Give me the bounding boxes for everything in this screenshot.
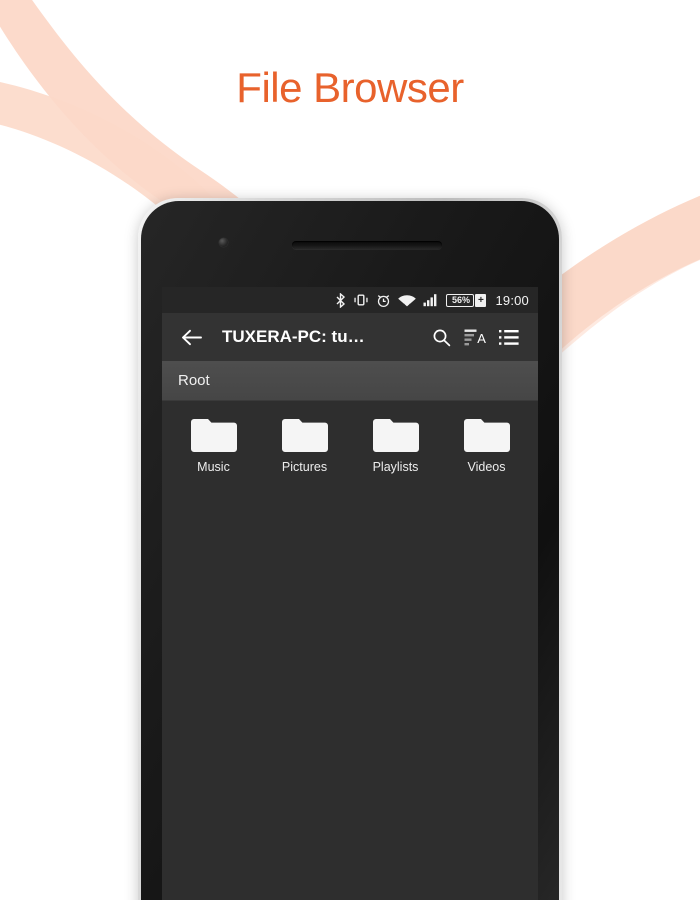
- file-item-label: Playlists: [372, 460, 419, 474]
- search-icon[interactable]: [424, 320, 458, 354]
- phone-top-bezel: [141, 201, 559, 287]
- phone-mockup: 56% + 19:00 TUXERA-PC: tu… A Root Music …: [138, 198, 562, 900]
- cellular-signal-icon: [423, 293, 439, 307]
- folder-icon: [281, 419, 328, 452]
- file-item-label: Pictures: [281, 460, 328, 474]
- app-bar-title: TUXERA-PC: tu…: [222, 327, 365, 346]
- status-bar: 56% + 19:00: [162, 287, 538, 313]
- earpiece-speaker-icon: [292, 241, 442, 249]
- phone-body: 56% + 19:00 TUXERA-PC: tu… A Root Music …: [141, 201, 559, 900]
- file-grid: Music Pictures Playlists Videos: [162, 401, 538, 521]
- arrow-left-icon[interactable]: [174, 320, 208, 354]
- app-bar: TUXERA-PC: tu… A: [162, 313, 538, 361]
- battery-level-label: 56%: [446, 293, 475, 307]
- folder-icon: [463, 419, 510, 452]
- alarm-icon: [376, 293, 391, 308]
- bluetooth-icon: [335, 292, 346, 308]
- folder-icon: [190, 419, 237, 452]
- battery-indicator: 56% +: [446, 293, 487, 307]
- file-item-pictures[interactable]: Pictures: [259, 417, 350, 521]
- promo-screenshot: File Browser 56% + 19:00 TUXERA-PC: tu… …: [0, 0, 700, 900]
- svg-text:A: A: [477, 331, 486, 346]
- file-item-playlists[interactable]: Playlists: [350, 417, 441, 521]
- wifi-icon: [398, 293, 417, 307]
- status-bar-clock: 19:00: [495, 292, 529, 308]
- file-list-empty-area: [162, 521, 538, 900]
- file-item-videos[interactable]: Videos: [441, 417, 532, 521]
- phone-screen: 56% + 19:00 TUXERA-PC: tu… A Root Music …: [162, 287, 538, 900]
- vibrate-icon: [353, 293, 369, 307]
- file-item-music[interactable]: Music: [168, 417, 259, 521]
- file-item-label: Videos: [467, 460, 506, 474]
- sort-icon[interactable]: A: [458, 320, 492, 354]
- camera-dot-icon: [219, 238, 228, 247]
- file-item-label: Music: [197, 460, 230, 474]
- breadcrumb-label: Root: [178, 372, 210, 389]
- breadcrumb[interactable]: Root: [162, 361, 538, 401]
- folder-icon: [372, 419, 419, 452]
- list-view-icon[interactable]: [492, 320, 526, 354]
- page-title: File Browser: [236, 64, 464, 111]
- battery-charging-icon: +: [475, 293, 487, 307]
